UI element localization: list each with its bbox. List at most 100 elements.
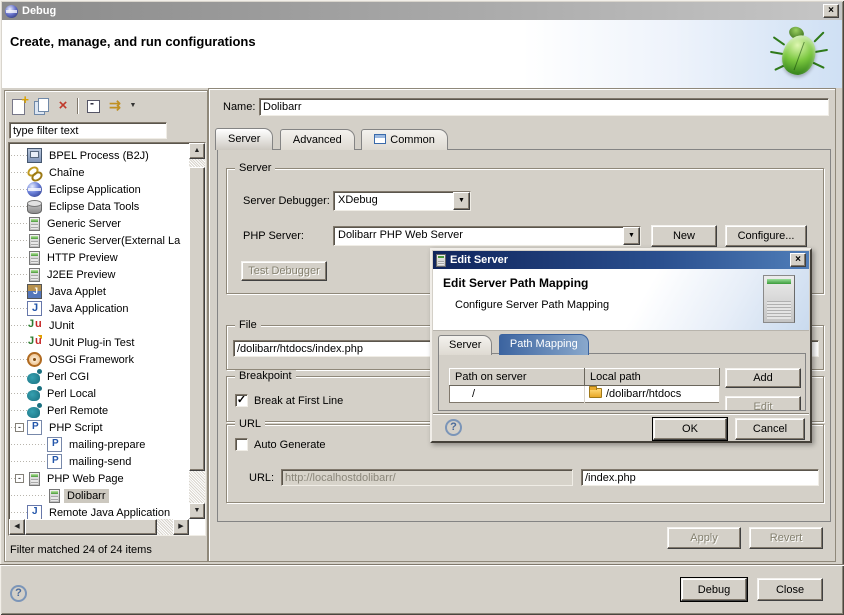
tree-expander-icon[interactable]: - bbox=[15, 423, 24, 432]
auto-generate-checkbox[interactable]: ✓ bbox=[235, 438, 248, 451]
tree-line bbox=[11, 223, 27, 224]
filter-input[interactable] bbox=[9, 122, 167, 139]
tree-item[interactable]: Eclipse Data Tools bbox=[11, 198, 188, 215]
close-icon[interactable]: × bbox=[790, 253, 806, 267]
v-scroll-thumb[interactable] bbox=[189, 167, 205, 471]
break-first-line-checkbox[interactable]: ✓ bbox=[235, 394, 248, 407]
footer-separator bbox=[0, 564, 844, 566]
tree-item-label: Generic Server(External La bbox=[44, 234, 183, 248]
tree-item-label: HTTP Preview bbox=[44, 251, 121, 265]
tree-item-label: Perl CGI bbox=[44, 370, 92, 384]
dialog-titlebar[interactable]: Edit Server × bbox=[433, 251, 809, 269]
collapse-all-icon[interactable] bbox=[83, 96, 103, 116]
tree-item[interactable]: J2EE Preview bbox=[11, 266, 188, 283]
config-tree: BPEL Process (B2J)ChaîneEclipse Applicat… bbox=[8, 142, 206, 536]
tree-item[interactable]: Generic Server(External La bbox=[11, 232, 188, 249]
filter-configurations-icon[interactable]: ⇉ bbox=[105, 96, 125, 116]
tree-item[interactable]: BPEL Process (B2J) bbox=[11, 147, 188, 164]
dialog-tab-server[interactable]: Server bbox=[438, 335, 492, 355]
tree-item[interactable]: -PHP Web Page bbox=[11, 470, 188, 487]
path-mapping-table[interactable]: Path on server Local path //dolibarr/htd… bbox=[449, 368, 720, 403]
test-debugger-button[interactable]: Test Debugger bbox=[241, 261, 327, 281]
close-icon[interactable]: × bbox=[823, 4, 839, 18]
dialog-header: Edit Server Path Mapping Configure Serve… bbox=[433, 269, 809, 331]
chevron-down-icon[interactable]: ▼ bbox=[623, 227, 640, 245]
tab-common[interactable]: Common bbox=[361, 129, 448, 150]
base-url-input[interactable] bbox=[281, 469, 573, 486]
tree-item[interactable]: HTTP Preview bbox=[11, 249, 188, 266]
tree-item-label: Perl Remote bbox=[44, 404, 111, 418]
tree-item[interactable]: Java Applet bbox=[11, 283, 188, 300]
tree-item-label: JUnit bbox=[46, 319, 77, 333]
tree-item[interactable]: Perl CGI bbox=[11, 368, 188, 385]
tree-item[interactable]: OSGi Framework bbox=[11, 351, 188, 368]
tree-item[interactable]: mailing-send bbox=[11, 453, 188, 470]
config-toolbar: × ⇉▼ bbox=[8, 94, 140, 118]
server-icon bbox=[436, 254, 446, 267]
scroll-left-icon[interactable]: ◀ bbox=[9, 519, 25, 535]
close-button[interactable]: Close bbox=[757, 578, 823, 601]
tree-line bbox=[11, 155, 27, 156]
page-title: Create, manage, and run configurations bbox=[10, 34, 256, 49]
tree-item[interactable]: Generic Server bbox=[11, 215, 188, 232]
tree-item[interactable]: Perl Remote bbox=[11, 402, 188, 419]
duplicate-icon[interactable] bbox=[31, 96, 51, 116]
cancel-button[interactable]: Cancel bbox=[735, 418, 805, 440]
window-titlebar[interactable]: Debug × bbox=[2, 2, 842, 20]
url-path-input[interactable] bbox=[581, 469, 819, 486]
help-icon[interactable]: ? bbox=[445, 419, 462, 436]
tree-item[interactable]: Dolibarr bbox=[11, 487, 188, 504]
tree-item-label: OSGi Framework bbox=[46, 353, 137, 367]
tree-line bbox=[11, 444, 47, 445]
tree-line bbox=[11, 376, 27, 377]
tree-item[interactable]: Remote Java Application bbox=[11, 504, 188, 519]
scroll-right-icon[interactable]: ▶ bbox=[173, 519, 189, 535]
column-path-on-server[interactable]: Path on server bbox=[450, 369, 585, 386]
tree-item[interactable]: Java Application bbox=[11, 300, 188, 317]
column-local-path[interactable]: Local path bbox=[585, 369, 720, 386]
dialog-heading: Edit Server Path Mapping bbox=[443, 276, 588, 290]
scroll-down-icon[interactable]: ▼ bbox=[189, 503, 205, 519]
table-row[interactable]: //dolibarr/htdocs bbox=[450, 386, 720, 403]
eclipse-icon bbox=[5, 5, 18, 18]
dialog-tab-path-mapping[interactable]: Path Mapping bbox=[499, 334, 589, 355]
tree-item-label: J2EE Preview bbox=[44, 268, 118, 282]
php-server-value: Dolibarr PHP Web Server bbox=[334, 227, 623, 245]
tree-item[interactable]: Chaîne bbox=[11, 164, 188, 181]
apply-button[interactable]: Apply bbox=[667, 527, 741, 549]
dialog-tabs: Server Path Mapping bbox=[438, 334, 591, 354]
tree-item[interactable]: mailing-prepare bbox=[11, 436, 188, 453]
tree-item[interactable]: Perl Local bbox=[11, 385, 188, 402]
applet-icon bbox=[27, 284, 42, 299]
name-input[interactable] bbox=[259, 98, 829, 116]
server-php-icon bbox=[29, 472, 40, 486]
scroll-up-icon[interactable]: ▲ bbox=[189, 143, 205, 159]
debug-button[interactable]: Debug bbox=[681, 578, 747, 601]
tree-item[interactable]: -PHP Script bbox=[11, 419, 188, 436]
server-debugger-select[interactable]: XDebug ▼ bbox=[333, 191, 471, 211]
tree-item-label: JUnit Plug-in Test bbox=[46, 336, 137, 350]
ok-button[interactable]: OK bbox=[653, 418, 727, 440]
tree-item[interactable]: JUnit bbox=[11, 317, 188, 334]
url-label: URL: bbox=[249, 472, 274, 484]
path-mapping-rows: //dolibarr/htdocs bbox=[450, 386, 720, 403]
tree-item[interactable]: JUnit Plug-in Test bbox=[11, 334, 188, 351]
new-server-button[interactable]: New bbox=[651, 225, 717, 247]
tree-expander-icon[interactable]: - bbox=[15, 474, 24, 483]
new-configuration-icon[interactable] bbox=[9, 96, 29, 116]
tree-line bbox=[11, 495, 47, 496]
delete-icon[interactable]: × bbox=[53, 96, 73, 116]
tab-advanced[interactable]: Advanced bbox=[280, 129, 355, 150]
osgi-icon bbox=[27, 352, 42, 367]
revert-button[interactable]: Revert bbox=[749, 527, 823, 549]
configure-server-button[interactable]: Configure... bbox=[725, 225, 807, 247]
add-mapping-button[interactable]: Add bbox=[725, 368, 801, 388]
h-scroll-thumb[interactable] bbox=[25, 519, 157, 535]
edit-mapping-button[interactable]: Edit bbox=[725, 396, 801, 411]
php-server-select[interactable]: Dolibarr PHP Web Server ▼ bbox=[333, 226, 641, 246]
tab-server[interactable]: Server bbox=[215, 128, 273, 150]
tree-item[interactable]: Eclipse Application bbox=[11, 181, 188, 198]
chevron-down-icon[interactable]: ▼ bbox=[453, 192, 470, 210]
help-icon[interactable]: ? bbox=[10, 585, 27, 602]
view-menu-icon[interactable]: ▼ bbox=[127, 96, 139, 116]
